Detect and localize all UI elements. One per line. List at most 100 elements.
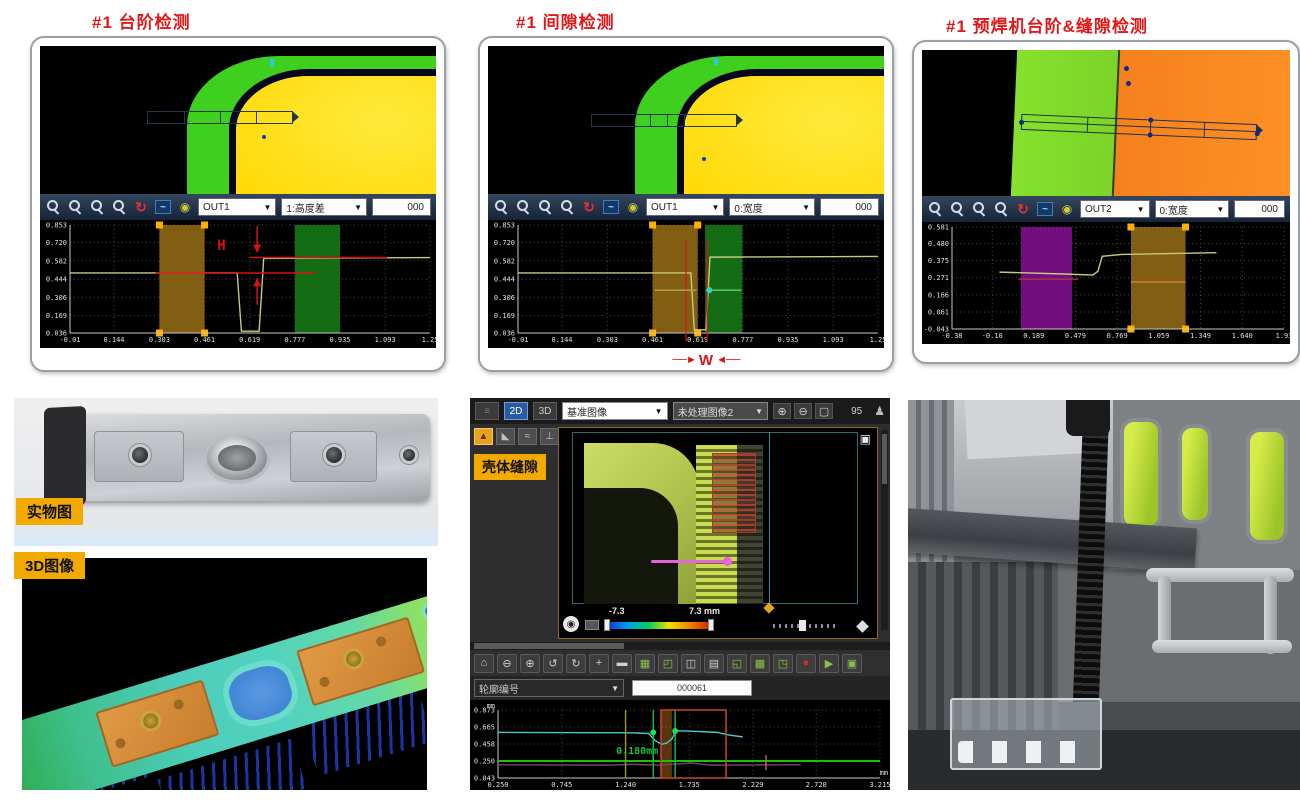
blue-dot (262, 135, 266, 139)
fit-view-icon[interactable]: ▣ (860, 432, 871, 446)
intensity-view-icon[interactable]: ≈ (518, 428, 537, 445)
zoom-out-icon[interactable] (949, 201, 965, 217)
grid-view-icon[interactable]: ▦ (635, 654, 655, 673)
zoom-fit-icon[interactable] (537, 199, 553, 215)
black-clip (44, 406, 86, 507)
zoom-region-icon[interactable] (993, 201, 1009, 217)
zoom-in-icon[interactable]: ⊕ (773, 403, 791, 419)
waveform-icon[interactable]: ~ (155, 200, 171, 214)
color-mode-icon[interactable]: ◉ (563, 616, 579, 632)
svg-text:0.777: 0.777 (284, 336, 305, 344)
render-label: 3D图像 (14, 552, 85, 579)
profile-tool-icon[interactable]: ⌂ (474, 654, 494, 673)
profile-select-row: 轮廓编号 ▼ 000061 (470, 676, 890, 700)
zoom-in-icon[interactable]: ⊕ (520, 654, 540, 673)
view-2d-button[interactable]: 2D (504, 402, 528, 420)
svg-text:0.166: 0.166 (928, 291, 949, 299)
svg-text:0.582: 0.582 (46, 257, 67, 265)
zoom-in-icon[interactable] (493, 199, 509, 215)
profile-view-icon[interactable]: ◣ (496, 428, 515, 445)
vertical-scrollbar[interactable] (881, 430, 888, 630)
view-mode-list-button[interactable]: ≡ (475, 402, 499, 420)
line-tool-icon[interactable]: ▬ (612, 654, 632, 673)
value-field[interactable]: 000 (1234, 200, 1285, 218)
zoom-fit-icon[interactable] (89, 199, 105, 215)
svg-text:1.240: 1.240 (615, 781, 636, 789)
svg-text:0.458: 0.458 (474, 741, 495, 749)
zoom-fit-icon[interactable] (971, 201, 987, 217)
processed-image-select[interactable]: 未处理图像2 ▼ (673, 402, 769, 420)
report-icon[interactable]: ▣ (842, 654, 862, 673)
profile-number-field[interactable]: 000061 (632, 680, 752, 696)
zoom-out-icon[interactable] (67, 199, 83, 215)
output-settings-icon[interactable]: ◉ (177, 199, 193, 215)
svg-text:0.180mm: 0.180mm (616, 746, 658, 757)
handle-dot[interactable] (1019, 119, 1024, 124)
zoom-out-icon[interactable]: ⊖ (497, 654, 517, 673)
chevron-down-icon: ▼ (354, 203, 362, 212)
zoom-region-icon[interactable] (111, 199, 127, 215)
region-tool-icon[interactable]: ◱ (727, 654, 747, 673)
rotate-icon[interactable]: ↻ (1015, 201, 1031, 217)
layer-view-icon[interactable]: ▤ (704, 654, 724, 673)
svg-text:1.349: 1.349 (1190, 332, 1211, 340)
rotate-left-icon[interactable]: ↺ (543, 654, 563, 673)
record-button-icon[interactable]: ● (796, 654, 816, 673)
marker-diamond-icon[interactable] (856, 620, 869, 633)
section-line[interactable] (769, 432, 770, 606)
normal-view-icon[interactable]: ⊥ (540, 428, 559, 445)
output-select[interactable]: OUT2 ▼ (1080, 200, 1150, 218)
profile-number-select[interactable]: 轮廓编号 ▼ (474, 679, 624, 697)
mode-select[interactable]: 1:高度差 ▼ (281, 198, 367, 216)
histogram-icon[interactable] (585, 620, 599, 630)
compare-tool-icon[interactable]: ◳ (773, 654, 793, 673)
zoom-out-icon[interactable] (515, 199, 531, 215)
mode-select[interactable]: 0:宽度 ▼ (729, 198, 815, 216)
height-view-icon[interactable]: ▲ (474, 428, 493, 445)
pan-tool-icon[interactable]: + (589, 654, 609, 673)
horizontal-scrollbar[interactable] (470, 642, 890, 650)
height-color-gradient[interactable] (607, 622, 711, 629)
fit-view-icon[interactable]: ◰ (658, 654, 678, 673)
handle-dot[interactable] (1255, 131, 1260, 136)
rotate-right-icon[interactable]: ↻ (566, 654, 586, 673)
monitor-preweld: ↻~◉ OUT2 ▼ 0:宽度 ▼ 000 -0.38-0.100.1890.4… (912, 40, 1300, 364)
output-settings-icon[interactable]: ◉ (625, 199, 641, 215)
chevron-down-icon: ▼ (711, 203, 719, 212)
base-image-select[interactable]: 基准图像 ▼ (562, 402, 668, 420)
image-viewport[interactable]: ▣ ◉ -7.3 7.3 mm (558, 427, 878, 639)
gap-region (229, 69, 436, 194)
view-3d-button[interactable]: 3D (533, 402, 557, 420)
fit-screen-icon[interactable]: ▢ (815, 403, 833, 419)
rotate-icon[interactable]: ↻ (581, 199, 597, 215)
waveform-icon[interactable]: ~ (603, 200, 619, 214)
export-icon[interactable]: ▶ (819, 654, 839, 673)
value-field[interactable]: 000 (820, 198, 879, 216)
center-oval-boss (207, 436, 267, 480)
output-select[interactable]: OUT1 ▼ (198, 198, 276, 216)
svg-text:0.036: 0.036 (46, 330, 67, 338)
output-select[interactable]: OUT1 ▼ (646, 198, 724, 216)
measure-region-box[interactable] (591, 114, 738, 127)
svg-text:0.303: 0.303 (149, 336, 170, 344)
svg-text:0.250: 0.250 (474, 758, 495, 766)
output-settings-icon[interactable]: ◉ (1059, 201, 1075, 217)
position-slider[interactable] (773, 624, 839, 628)
mask-tool-icon[interactable]: ▩ (750, 654, 770, 673)
value-field[interactable]: 000 (372, 198, 431, 216)
zoom-in-icon[interactable] (45, 199, 61, 215)
zoom-in-icon[interactable] (927, 201, 943, 217)
blue-speck (714, 58, 718, 65)
corner-hole-3d (423, 603, 427, 619)
profile-position-arrow[interactable] (651, 560, 727, 563)
measure-region-box[interactable] (147, 111, 294, 124)
zoom-out-icon[interactable]: ⊖ (794, 403, 812, 419)
rotate-icon[interactable]: ↻ (133, 199, 149, 215)
zoom-region-icon[interactable] (559, 199, 575, 215)
waveform-icon[interactable]: ~ (1037, 202, 1053, 216)
split-view-icon[interactable]: ◫ (681, 654, 701, 673)
profile-chart-svg: 0.2500.7451.2401.7352.2292.7203.2150.873… (470, 700, 890, 790)
mode-select[interactable]: 0:宽度 ▼ (1155, 200, 1230, 218)
user-icon[interactable]: ♟ (874, 404, 885, 418)
svg-text:0.306: 0.306 (494, 294, 515, 302)
